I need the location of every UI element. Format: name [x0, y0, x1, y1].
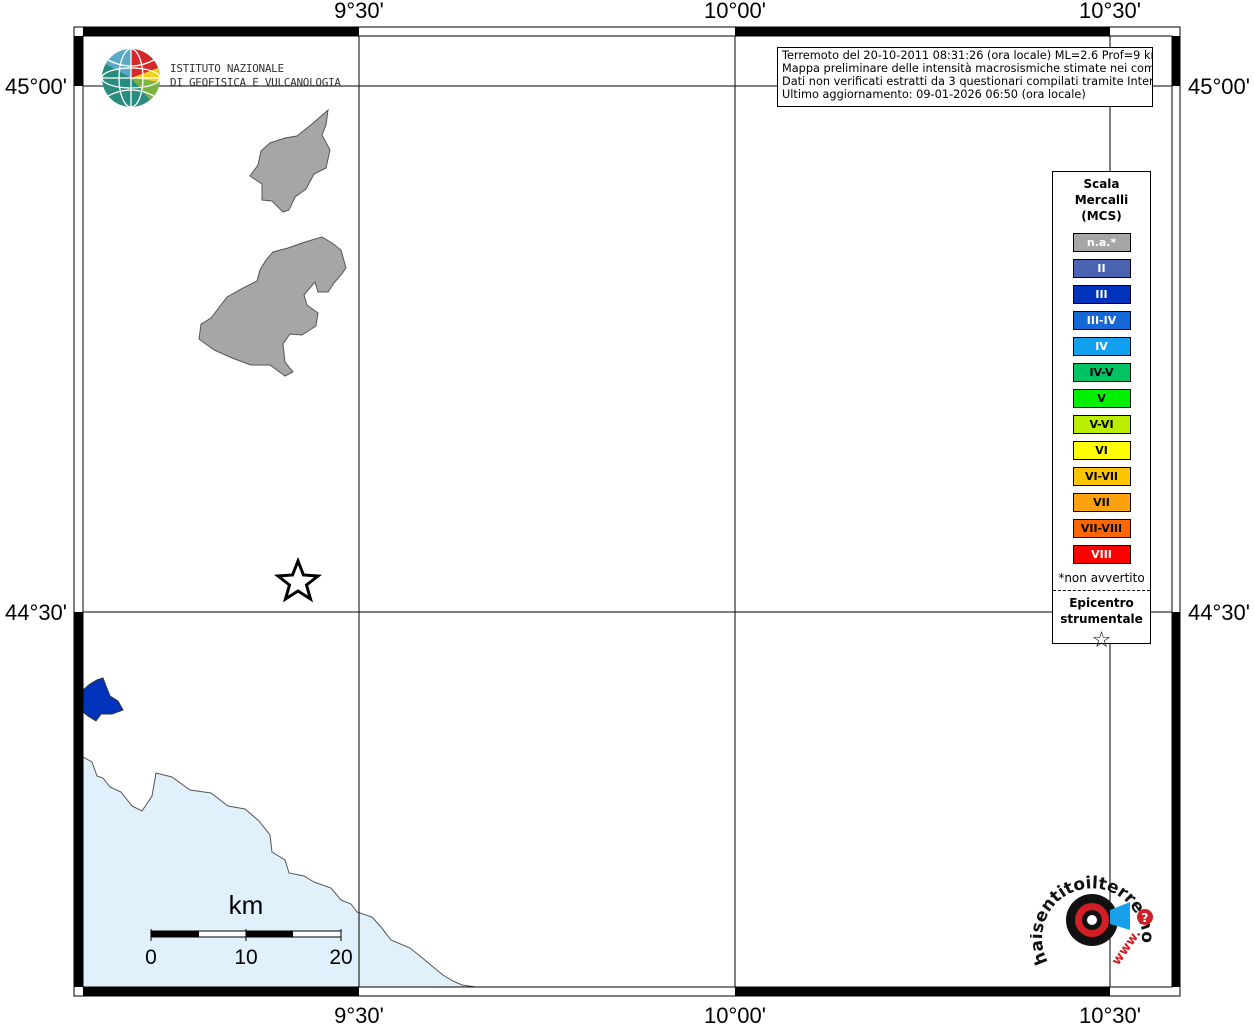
- legend-title-line-1: Scala: [1083, 177, 1120, 191]
- legend-item-v: V: [1072, 389, 1131, 408]
- right-label-1: 45°00': [1188, 74, 1250, 99]
- legend-item-v-vi: V-VI: [1072, 415, 1131, 434]
- svg-text:?: ?: [1142, 911, 1149, 925]
- legend-items: n.a.* II III III-IV IV IV-V V V-VI VI VI…: [1053, 233, 1150, 564]
- legend-item-ii: II: [1072, 259, 1131, 278]
- info-line-3: Dati non verificati estratti da 3 questi…: [782, 75, 1153, 88]
- sea-area: [82, 756, 477, 988]
- legend-epicenter-label: Epicentro strumentale: [1053, 595, 1150, 627]
- legend-item-vii: VII: [1072, 493, 1131, 512]
- left-label-1: 45°00': [5, 74, 67, 99]
- legend-separator: [1053, 590, 1150, 591]
- legend-item-iv-v: IV-V: [1072, 363, 1131, 382]
- earthquake-info-box: Terremoto del 20-10-2011 08:31:26 (ora l…: [777, 47, 1153, 107]
- ingv-line-2: DI GEOFISICA E VULCANOLOGIA: [170, 76, 341, 89]
- haisentito-logo-icon[interactable]: haisentitoilterremoto.it www. ?: [1030, 870, 1160, 980]
- municipality-polygon-central[interactable]: [198, 236, 347, 377]
- mercalli-legend: Scala Mercalli (MCS) n.a.* II III III-IV…: [1052, 171, 1151, 653]
- ingv-logo-text: ISTITUTO NAZIONALE DI GEOFISICA E VULCAN…: [170, 62, 341, 90]
- legend-epicenter-line-1: Epicentro: [1069, 596, 1134, 610]
- top-label-2: 10°00': [704, 0, 766, 23]
- legend-note: *non avvertito: [1058, 571, 1145, 585]
- info-line-1: Terremoto del 20-10-2011 08:31:26 (ora l…: [782, 49, 1153, 62]
- left-label-2: 44°30': [5, 600, 67, 625]
- legend-item-vi-vii: VI-VII: [1072, 467, 1131, 486]
- info-line-4: Ultimo aggiornamento: 09-01-2026 06:50 (…: [782, 88, 1086, 101]
- legend-item-iii-iv: III-IV: [1072, 311, 1131, 330]
- municipality-polygon-intensity-iii[interactable]: [82, 677, 124, 722]
- top-label-1: 9°30': [334, 0, 384, 23]
- legend-item-vi: VI: [1072, 441, 1131, 460]
- top-label-3: 10°30': [1079, 0, 1141, 23]
- ingv-line-1: ISTITUTO NAZIONALE: [170, 62, 284, 75]
- epicenter-star-icon[interactable]: [273, 556, 323, 603]
- info-line-2: Mappa preliminare delle intensità macros…: [782, 62, 1153, 75]
- legend-item-iv: IV: [1072, 337, 1131, 356]
- legend-title-line-2: Mercalli: [1074, 193, 1129, 207]
- municipality-polygon-north[interactable]: [249, 108, 331, 213]
- legend-item-na: n.a.*: [1072, 233, 1131, 252]
- legend-item-vii-viii: VII-VIII: [1072, 519, 1131, 538]
- scale-unit-label: km: [229, 890, 264, 920]
- legend-star-icon: ☆: [1091, 628, 1112, 653]
- scale-tick-20: 20: [329, 946, 352, 969]
- bottom-label-3: 10°30': [1079, 1003, 1141, 1024]
- bottom-label-1: 9°30': [334, 1003, 384, 1024]
- legend-item-iii: III: [1072, 285, 1131, 304]
- legend-item-viii: VIII: [1072, 545, 1131, 564]
- bottom-label-2: 10°00': [704, 1003, 766, 1024]
- scale-tick-0: 0: [145, 946, 157, 969]
- legend-epicenter-line-2: strumentale: [1060, 612, 1143, 626]
- legend-title: Scala Mercalli (MCS): [1053, 176, 1150, 224]
- scale-tick-10: 10: [234, 946, 257, 969]
- right-label-2: 44°30': [1188, 600, 1250, 625]
- legend-title-line-3: (MCS): [1081, 209, 1122, 223]
